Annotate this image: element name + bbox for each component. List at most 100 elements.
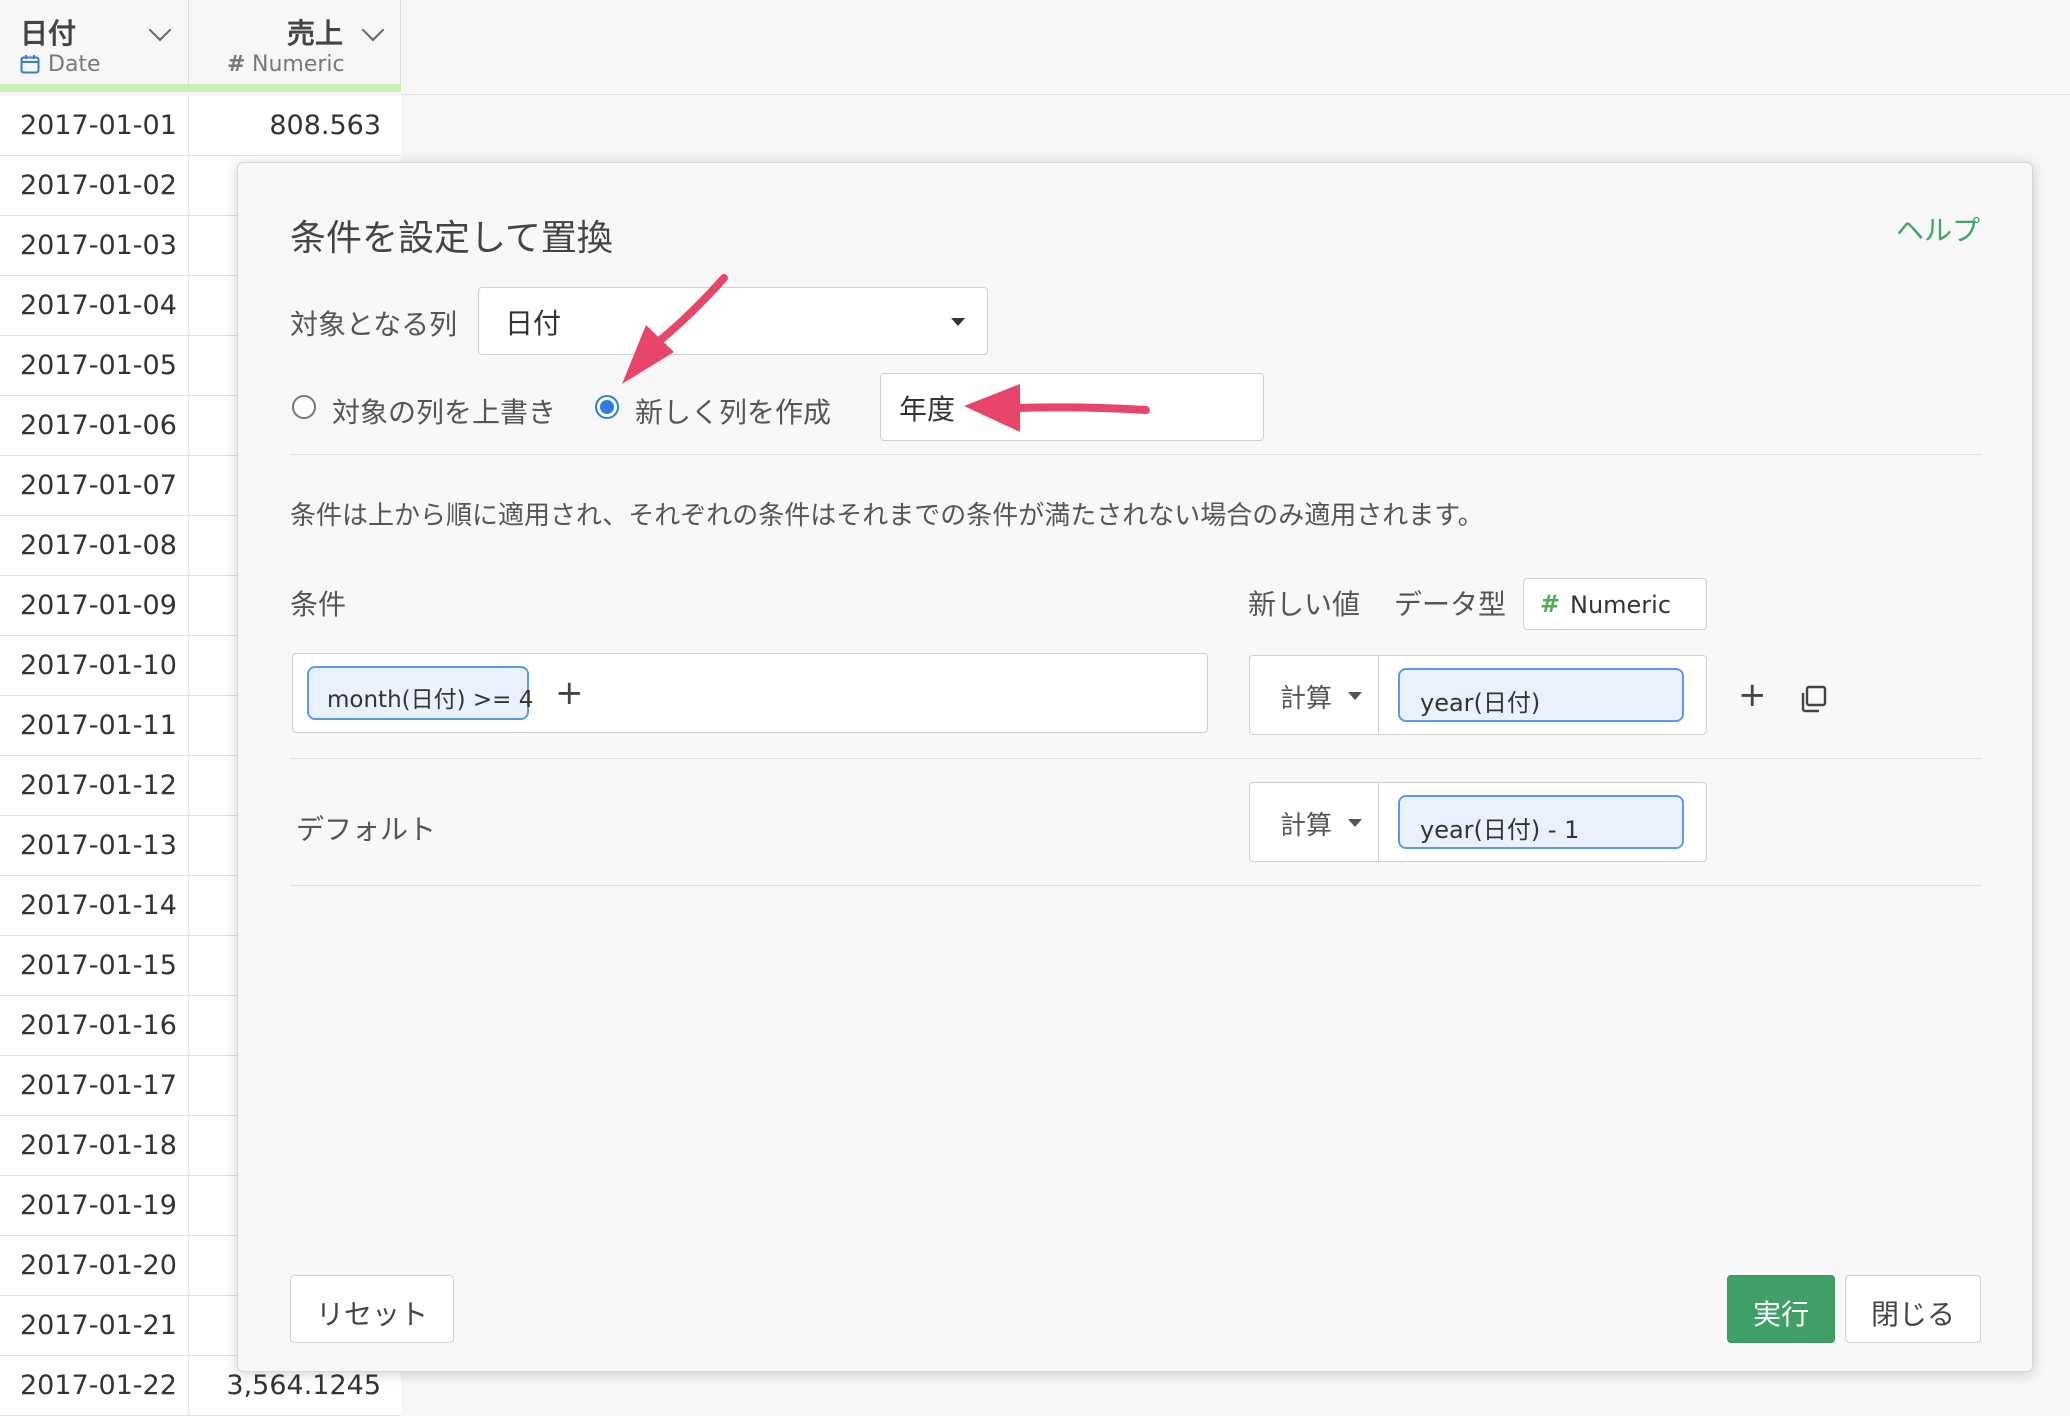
cell-date[interactable]: 2017-01-14 (20, 890, 177, 921)
new-column-name-input[interactable]: 年度 (880, 373, 1264, 441)
condition-value-group: 計算 year(日付) (1249, 655, 1707, 735)
overwrite-label: 対象の列を上書き (332, 396, 557, 429)
cell-divider (188, 156, 189, 216)
cell-divider (188, 336, 189, 396)
default-value-text: year(日付) - 1 (1420, 816, 1580, 844)
condition-value-text: year(日付) (1420, 689, 1541, 717)
cell-divider (188, 96, 189, 156)
default-value-group: 計算 year(日付) - 1 (1249, 782, 1707, 862)
cell-divider (188, 456, 189, 516)
cell-date[interactable]: 2017-01-04 (20, 290, 177, 321)
column-name: 日付 (20, 17, 77, 50)
data-type-value: Numeric (1570, 591, 1672, 619)
section-divider (290, 758, 1982, 759)
overwrite-radio[interactable] (292, 395, 316, 419)
cell-divider (188, 216, 189, 276)
copy-condition-icon[interactable] (1798, 684, 1828, 714)
cell-divider (188, 1116, 189, 1176)
data-type-label: データ型 (1394, 588, 1507, 621)
column-name: 売上 (287, 17, 344, 50)
data-type-select[interactable]: # Numeric (1523, 578, 1707, 630)
cell-date[interactable]: 2017-01-08 (20, 530, 177, 561)
create-new-label: 新しく列を作成 (635, 396, 832, 429)
default-value-expr[interactable]: year(日付) - 1 (1398, 795, 1684, 849)
condition-mode-text: 計算 (1280, 684, 1333, 714)
cell-divider (188, 1236, 189, 1296)
create-new-radio[interactable] (595, 395, 619, 419)
caret-down-icon (951, 318, 965, 326)
hash-icon: # (1540, 590, 1561, 618)
condition-input[interactable]: month(日付) >= 4 + (292, 653, 1208, 733)
cell-divider (188, 576, 189, 636)
chevron-down-icon[interactable] (361, 18, 385, 42)
cell-date[interactable]: 2017-01-15 (20, 950, 177, 981)
default-mode-select[interactable]: 計算 (1250, 783, 1379, 861)
cell-divider (188, 1056, 189, 1116)
condition-value-expr[interactable]: year(日付) (1398, 668, 1684, 722)
cell-divider (188, 1356, 189, 1416)
cell-date[interactable]: 2017-01-18 (20, 1130, 177, 1161)
column-type: Numeric (252, 52, 345, 77)
cell-divider (188, 516, 189, 576)
column-header-date[interactable]: 日付 Date (0, 0, 189, 90)
cell-date[interactable]: 2017-01-12 (20, 770, 177, 801)
cell-date[interactable]: 2017-01-01 (20, 110, 177, 141)
caret-down-icon (1348, 692, 1362, 700)
default-label: デフォルト (296, 813, 437, 846)
cell-date[interactable]: 2017-01-10 (20, 650, 177, 681)
cell-date[interactable]: 2017-01-06 (20, 410, 177, 441)
cell-date[interactable]: 2017-01-19 (20, 1190, 177, 1221)
cell-date[interactable]: 2017-01-21 (20, 1310, 177, 1341)
caret-down-icon (1348, 819, 1362, 827)
condition-chip[interactable]: month(日付) >= 4 (307, 666, 533, 720)
condition-note: 条件は上から順に適用され、それぞれの条件はそれまでの条件が満たされない場合のみ適… (290, 501, 1484, 531)
help-link[interactable]: ヘルプ (1896, 209, 1980, 249)
cell-date[interactable]: 2017-01-13 (20, 830, 177, 861)
cell-date[interactable]: 2017-01-05 (20, 350, 177, 381)
column-type: Date (48, 52, 101, 77)
condition-chip-text: month(日付) >= 4 (327, 687, 534, 713)
condition-mode-select[interactable]: 計算 (1250, 656, 1379, 734)
cell-divider (188, 1176, 189, 1236)
target-column-value: 日付 (505, 307, 562, 340)
default-mode-text: 計算 (1280, 811, 1333, 841)
section-divider (290, 454, 1982, 455)
reset-button-label: リセット (315, 1298, 428, 1331)
cell-date[interactable]: 2017-01-11 (20, 710, 177, 741)
replace-dialog: 条件を設定して置換 ヘルプ 対象となる列 日付 対象の列を上書き 新しく列を作成… (237, 162, 2033, 1372)
new-value-header: 新しい値 (1248, 588, 1361, 621)
add-condition-icon[interactable]: + (1738, 678, 1767, 712)
calendar-icon (20, 55, 40, 74)
cell-divider (188, 696, 189, 756)
cell-date[interactable]: 2017-01-03 (20, 230, 177, 261)
dialog-title: 条件を設定して置換 (290, 218, 613, 259)
chevron-down-icon[interactable] (148, 18, 172, 42)
cell-divider (188, 816, 189, 876)
cell-date[interactable]: 2017-01-07 (20, 470, 177, 501)
cell-date[interactable]: 2017-01-16 (20, 1010, 177, 1041)
cell-divider (188, 1296, 189, 1356)
column-header-sales[interactable]: 売上 # Numeric (189, 0, 401, 90)
cell-date[interactable]: 2017-01-09 (20, 590, 177, 621)
cell-date[interactable]: 2017-01-20 (20, 1250, 177, 1281)
cell-date[interactable]: 2017-01-02 (20, 170, 177, 201)
cell-divider (188, 996, 189, 1056)
target-column-label: 対象となる列 (290, 308, 458, 341)
cell-sales[interactable]: 808.563 (269, 110, 381, 141)
cell-divider (188, 396, 189, 456)
reset-button[interactable]: リセット (290, 1275, 454, 1343)
new-column-name-value: 年度 (899, 393, 956, 426)
hash-icon: # (227, 52, 246, 77)
header-divider (401, 94, 2070, 95)
table-row: 2017-01-01 808.563 (0, 96, 401, 156)
add-condition-term-icon[interactable]: + (555, 676, 584, 710)
section-divider (290, 885, 1982, 886)
close-button[interactable]: 閉じる (1845, 1275, 1981, 1343)
cell-divider (188, 276, 189, 336)
cell-divider (188, 636, 189, 696)
run-button[interactable]: 実行 (1727, 1275, 1835, 1343)
target-column-select[interactable]: 日付 (478, 287, 988, 355)
cell-divider (188, 876, 189, 936)
cell-divider (188, 936, 189, 996)
cell-date[interactable]: 2017-01-17 (20, 1070, 177, 1101)
